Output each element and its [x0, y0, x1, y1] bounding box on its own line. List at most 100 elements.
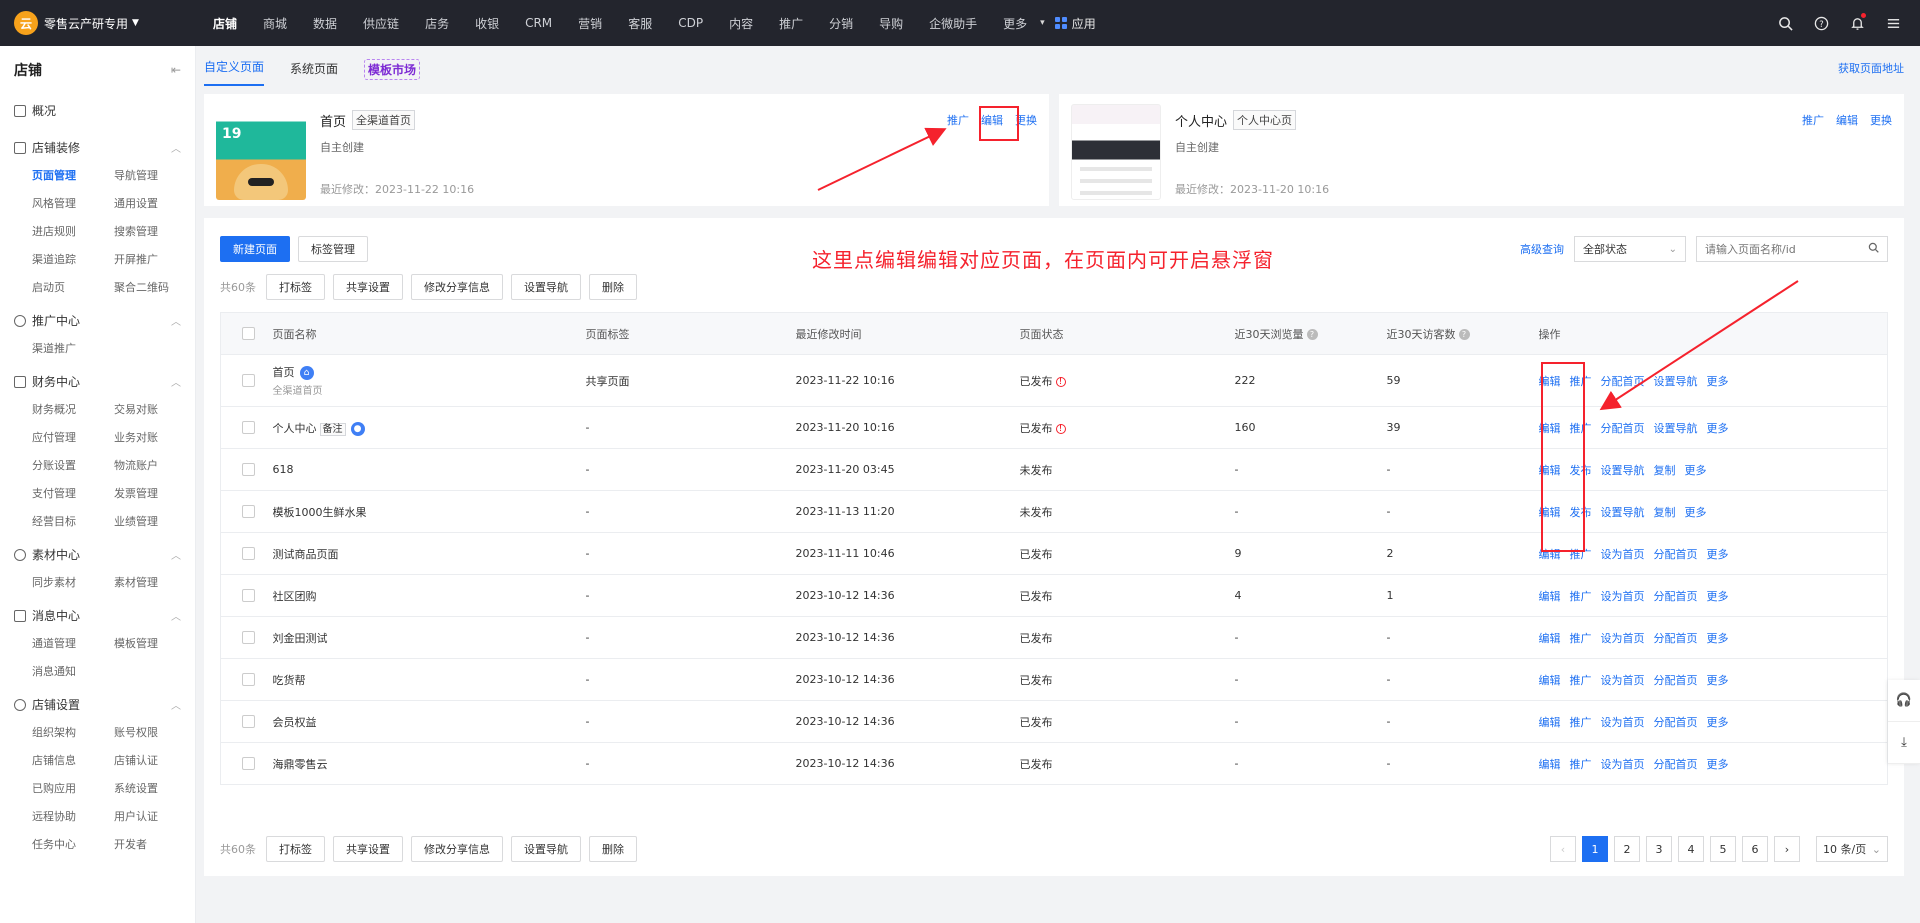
page-name[interactable]: 吃货帮: [273, 674, 306, 687]
row-op-link[interactable]: 分配首页: [1654, 590, 1698, 603]
row-op-link[interactable]: 设为首页: [1601, 674, 1645, 687]
tab-custom-pages[interactable]: 自定义页面: [204, 58, 265, 86]
card-replace-link[interactable]: 更换: [1870, 112, 1892, 128]
sidebar-item[interactable]: 导航管理: [114, 162, 195, 190]
row-checkbox[interactable]: [242, 589, 255, 603]
row-op-link[interactable]: 更多: [1685, 464, 1707, 477]
row-op-link[interactable]: 更多: [1707, 548, 1729, 561]
sidebar-item[interactable]: 发票管理: [114, 480, 195, 508]
card-promote-link[interactable]: 推广: [947, 112, 969, 128]
batch-nav-button[interactable]: 设置导航: [511, 274, 581, 300]
row-op-link[interactable]: 分配首页: [1601, 375, 1645, 388]
search-field[interactable]: [1696, 236, 1888, 262]
page-name[interactable]: 个人中心: [273, 422, 317, 435]
batch-nav-button[interactable]: 设置导航: [511, 836, 581, 862]
sidebar-item[interactable]: 消息通知: [32, 658, 114, 686]
nav-item[interactable]: 导购: [866, 15, 916, 32]
row-op-link[interactable]: 分配首页: [1654, 758, 1698, 771]
page-name[interactable]: 首页: [273, 366, 295, 379]
nav-item[interactable]: 营销: [565, 15, 615, 32]
sidebar-group-header[interactable]: 消息中心 ︿: [0, 597, 195, 630]
row-op-link[interactable]: 编辑: [1539, 674, 1561, 687]
sidebar-item[interactable]: 风格管理: [32, 190, 114, 218]
row-checkbox[interactable]: [242, 505, 255, 519]
sidebar-item[interactable]: 分账设置: [32, 452, 114, 480]
sidebar-item[interactable]: 应付管理: [32, 424, 114, 452]
nav-item[interactable]: 店铺: [200, 15, 250, 32]
sidebar-item[interactable]: 启动页: [32, 274, 114, 302]
batch-share-button[interactable]: 共享设置: [333, 274, 403, 300]
sidebar-group-header[interactable]: 推广中心 ︿: [0, 302, 195, 335]
info-icon[interactable]: !: [1055, 376, 1066, 387]
row-op-link[interactable]: 更多: [1707, 716, 1729, 729]
sidebar-item[interactable]: 组织架构: [32, 719, 114, 747]
page-size-select[interactable]: 10 条/页 ⌄: [1816, 836, 1888, 862]
page-name[interactable]: 会员权益: [273, 716, 317, 729]
select-all-checkbox[interactable]: [242, 327, 255, 341]
row-op-link[interactable]: 更多: [1707, 674, 1729, 687]
sidebar-item[interactable]: 进店规则: [32, 218, 114, 246]
sidebar-item[interactable]: 渠道推广: [32, 335, 114, 363]
status-select[interactable]: 全部状态 ⌄: [1574, 236, 1686, 262]
row-checkbox[interactable]: [242, 547, 255, 561]
batch-share-info-button[interactable]: 修改分享信息: [411, 274, 503, 300]
row-op-link[interactable]: 设置导航: [1601, 506, 1645, 519]
row-op-link[interactable]: 更多: [1707, 632, 1729, 645]
search-icon[interactable]: [1776, 14, 1794, 32]
tag-manage-button[interactable]: 标签管理: [298, 236, 368, 262]
row-op-link[interactable]: 分配首页: [1654, 716, 1698, 729]
sidebar-item[interactable]: 经营目标: [32, 508, 114, 536]
row-op-link[interactable]: 编辑: [1539, 716, 1561, 729]
row-op-link[interactable]: 更多: [1707, 422, 1729, 435]
help-icon[interactable]: ?: [1458, 329, 1470, 340]
page-name[interactable]: 刘金田测试: [273, 632, 328, 645]
row-checkbox[interactable]: [242, 631, 255, 645]
row-checkbox[interactable]: [242, 463, 255, 477]
nav-item[interactable]: CDP: [665, 16, 716, 30]
app-menu[interactable]: 应用: [1045, 15, 1106, 32]
row-checkbox[interactable]: [242, 374, 255, 388]
row-op-link[interactable]: 推广: [1570, 590, 1592, 603]
row-op-link[interactable]: 推广: [1570, 716, 1592, 729]
page-name[interactable]: 模板1000生鲜水果: [273, 506, 367, 519]
sidebar-item[interactable]: 页面管理: [32, 162, 114, 190]
sidebar-item[interactable]: 开发者: [114, 831, 195, 859]
sidebar-item[interactable]: 任务中心: [32, 831, 114, 859]
row-op-link[interactable]: 设置导航: [1601, 464, 1645, 477]
row-op-link[interactable]: 分配首页: [1601, 422, 1645, 435]
row-op-link[interactable]: 设为首页: [1601, 590, 1645, 603]
search-icon[interactable]: [1868, 242, 1879, 256]
sidebar-item[interactable]: 模板管理: [114, 630, 195, 658]
sidebar-item[interactable]: 已购应用: [32, 775, 114, 803]
page-name[interactable]: 618: [273, 463, 294, 476]
info-icon[interactable]: !: [1055, 423, 1066, 434]
sidebar-item[interactable]: 同步素材: [32, 569, 114, 597]
sidebar-item[interactable]: 账号权限: [114, 719, 195, 747]
sidebar-item[interactable]: 业绩管理: [114, 508, 195, 536]
page-number-button[interactable]: 4: [1678, 836, 1704, 862]
nav-item[interactable]: 数据: [300, 15, 350, 32]
prev-page-button[interactable]: ‹: [1550, 836, 1576, 862]
sidebar-group-header[interactable]: 店铺设置 ︿: [0, 686, 195, 719]
nav-item-more[interactable]: 更多: [990, 15, 1040, 32]
sidebar-item[interactable]: 素材管理: [114, 569, 195, 597]
collapse-icon[interactable]: ⇤: [171, 63, 181, 77]
card-edit-link[interactable]: 编辑: [1836, 112, 1858, 128]
tab-template-market[interactable]: 模板市场: [364, 59, 421, 80]
help-icon[interactable]: ?: [1812, 14, 1830, 32]
sidebar-item[interactable]: 远程协助: [32, 803, 114, 831]
page-number-button[interactable]: 5: [1710, 836, 1736, 862]
sidebar-item[interactable]: 聚合二维码: [114, 274, 195, 302]
brand-switcher[interactable]: 云 零售云产研专用 ▼: [0, 11, 200, 35]
sidebar-item[interactable]: 店铺信息: [32, 747, 114, 775]
row-checkbox[interactable]: [242, 673, 255, 687]
row-op-link[interactable]: 设为首页: [1601, 716, 1645, 729]
row-op-link[interactable]: 设为首页: [1601, 632, 1645, 645]
advanced-query-link[interactable]: 高级查询: [1520, 241, 1564, 257]
row-checkbox[interactable]: [242, 757, 255, 771]
page-name[interactable]: 测试商品页面: [273, 548, 339, 561]
page-number-button[interactable]: 2: [1614, 836, 1640, 862]
download-icon[interactable]: ⤓: [1888, 722, 1920, 764]
row-op-link[interactable]: 推广: [1570, 758, 1592, 771]
row-op-link[interactable]: 更多: [1685, 506, 1707, 519]
